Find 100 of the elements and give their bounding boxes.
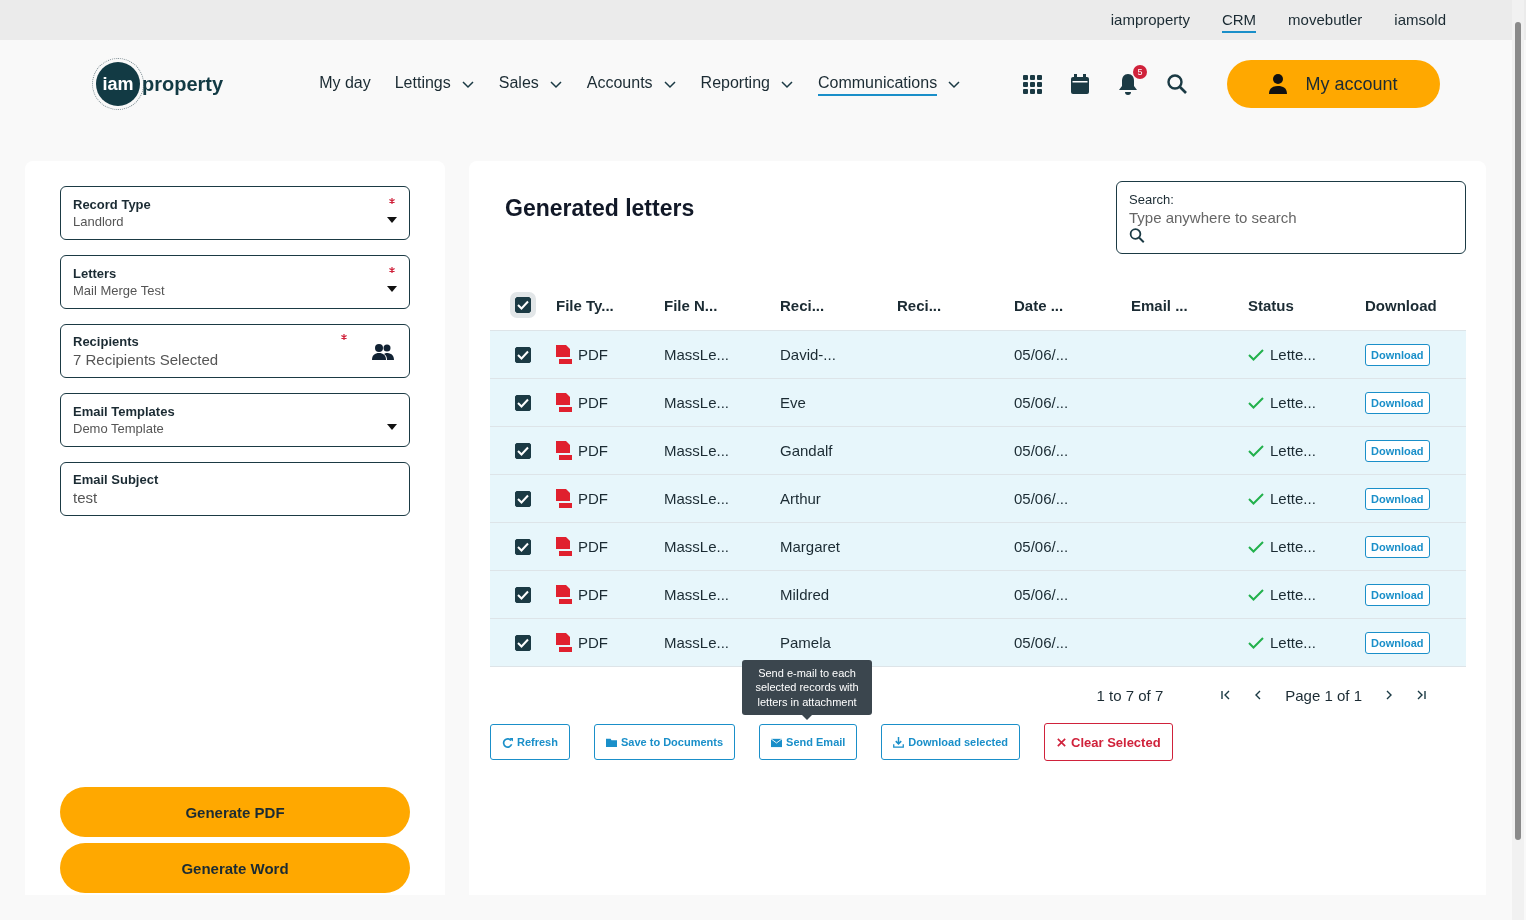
- table-cell: Mildred: [780, 586, 830, 603]
- action-button[interactable]: Save to Documents: [593, 724, 736, 760]
- checkbox[interactable]: [515, 634, 531, 651]
- column-header[interactable]: Reci...: [897, 296, 1014, 314]
- pdf-file-icon: [556, 392, 572, 413]
- site-link[interactable]: iamproperty: [1110, 7, 1190, 33]
- action-button[interactable]: Send Email: [759, 724, 858, 760]
- nav-item[interactable]: Communications: [817, 72, 962, 96]
- site-link[interactable]: CRM: [1221, 7, 1257, 33]
- table-cell: 05/06/...: [1014, 538, 1069, 555]
- scrollbar[interactable]: [1512, 0, 1524, 920]
- field-label: Record Type: [73, 197, 151, 212]
- table-cell: MassLe...: [664, 586, 730, 603]
- download-button[interactable]: Download: [1365, 631, 1430, 654]
- table-row[interactable]: PDF MassLe... Arthur 05/06/... Lette... Download: [490, 475, 1466, 523]
- checkbox[interactable]: [515, 394, 531, 411]
- field-value: 7 Recipients Selected: [73, 351, 219, 368]
- dropdown-field[interactable]: Letters Mail Merge Test: [60, 255, 410, 309]
- table-cell: PDF: [578, 490, 608, 507]
- dropdown-field[interactable]: Email Templates Demo Template: [60, 393, 410, 447]
- table-cell: Gandalf: [780, 442, 833, 459]
- download-button[interactable]: Download: [1365, 343, 1430, 366]
- checkbox[interactable]: [515, 442, 531, 459]
- bell-icon[interactable]: [1118, 73, 1138, 95]
- table-cell: MassLe...: [664, 538, 730, 555]
- column-header[interactable]: Status: [1248, 296, 1365, 314]
- checkbox[interactable]: [515, 346, 531, 363]
- check-icon: [1248, 540, 1264, 553]
- action-button[interactable]: Refresh: [490, 724, 570, 760]
- table-cell: Lette...: [1270, 538, 1316, 555]
- refresh-icon: [502, 736, 513, 748]
- site-link[interactable]: iamsold: [1394, 7, 1446, 33]
- nav-item[interactable]: Lettings: [394, 72, 475, 96]
- checkbox[interactable]: [515, 586, 531, 603]
- nav-item[interactable]: Sales: [498, 72, 563, 96]
- apps-grid-icon[interactable]: [1023, 74, 1042, 94]
- account-button[interactable]: My account: [1227, 60, 1440, 108]
- input-field[interactable]: Email Subject test: [60, 462, 410, 516]
- generate-button[interactable]: Generate Word: [60, 843, 410, 893]
- site-link[interactable]: movebutler: [1288, 7, 1363, 33]
- field-label: Email Templates: [73, 404, 175, 419]
- action-button[interactable]: Clear Selected: [1044, 723, 1173, 761]
- nav-item[interactable]: Accounts: [586, 72, 677, 96]
- pdf-file-icon: [556, 488, 572, 509]
- close-icon: [1056, 736, 1067, 748]
- download-button[interactable]: Download: [1365, 583, 1430, 606]
- table-row[interactable]: PDF MassLe... Gandalf 05/06/... Lette... Download: [490, 427, 1466, 475]
- table-row[interactable]: PDF MassLe... Mildred 05/06/... Lette... Download: [490, 571, 1466, 619]
- column-header[interactable]: File Ty...: [556, 296, 664, 314]
- pdf-file-icon: [556, 440, 572, 461]
- column-header[interactable]: Download: [1365, 296, 1466, 314]
- table-cell: Lette...: [1270, 634, 1316, 651]
- column-header[interactable]: Reci...: [780, 296, 897, 314]
- download-button[interactable]: Download: [1365, 439, 1430, 462]
- nav-item[interactable]: Reporting: [700, 72, 794, 96]
- picker-field[interactable]: Recipients 7 Recipients Selected: [60, 324, 410, 378]
- pdf-file-icon: [556, 536, 572, 557]
- table-cell: PDF: [578, 346, 608, 363]
- people-icon: [372, 344, 394, 360]
- dropdown-field[interactable]: Record Type Landlord: [60, 186, 410, 240]
- last-page-icon[interactable]: [1416, 690, 1426, 700]
- field-label: Recipients: [73, 334, 140, 349]
- table-cell: 05/06/...: [1014, 634, 1069, 651]
- calendar-icon[interactable]: [1071, 74, 1089, 94]
- check-icon: [1248, 348, 1264, 361]
- field-label: Email Subject: [73, 472, 159, 487]
- download-button[interactable]: Download: [1365, 535, 1430, 558]
- column-header[interactable]: Date ...: [1014, 296, 1131, 314]
- table-row[interactable]: PDF MassLe... Margaret 05/06/... Lette... Download: [490, 523, 1466, 571]
- action-button[interactable]: Download selected: [881, 724, 1020, 760]
- first-page-icon[interactable]: [1221, 690, 1232, 700]
- nav-item[interactable]: My day: [319, 72, 371, 96]
- download-button[interactable]: Download: [1365, 391, 1430, 414]
- check-icon: [1248, 588, 1264, 601]
- generate-button[interactable]: Generate PDF: [60, 787, 410, 837]
- table-cell: Lette...: [1270, 394, 1316, 411]
- table-cell: PDF: [578, 634, 608, 651]
- download-button[interactable]: Download: [1365, 487, 1430, 510]
- table-cell: Eve: [780, 394, 806, 411]
- table-cell: Margaret: [780, 538, 841, 555]
- table-cell: David-...: [780, 346, 836, 363]
- next-page-icon[interactable]: [1384, 690, 1394, 700]
- search-icon: [1129, 228, 1145, 243]
- table-row[interactable]: PDF MassLe... Pamela 05/06/... Lette... Download: [490, 619, 1466, 667]
- folder-icon: [605, 736, 617, 748]
- pdf-file-icon: [556, 584, 572, 605]
- page-indicator: Page 1 of 1: [1285, 686, 1362, 704]
- checkbox[interactable]: [515, 490, 531, 507]
- table-row[interactable]: PDF MassLe... Eve 05/06/... Lette... Download: [490, 379, 1466, 427]
- table-row[interactable]: PDF MassLe... David-... 05/06/... Lette... Download: [490, 331, 1466, 379]
- tooltip-pointer-icon: [802, 715, 813, 720]
- table-cell: Pamela: [780, 634, 831, 651]
- checkbox[interactable]: [515, 538, 531, 555]
- table-cell: PDF: [578, 394, 608, 411]
- column-header[interactable]: File N...: [664, 296, 780, 314]
- table-cell: Lette...: [1270, 490, 1316, 507]
- search-icon[interactable]: [1167, 74, 1187, 94]
- table-cell: 05/06/...: [1014, 490, 1069, 507]
- column-header[interactable]: Email ...: [1131, 296, 1248, 314]
- table-cell: PDF: [578, 442, 608, 459]
